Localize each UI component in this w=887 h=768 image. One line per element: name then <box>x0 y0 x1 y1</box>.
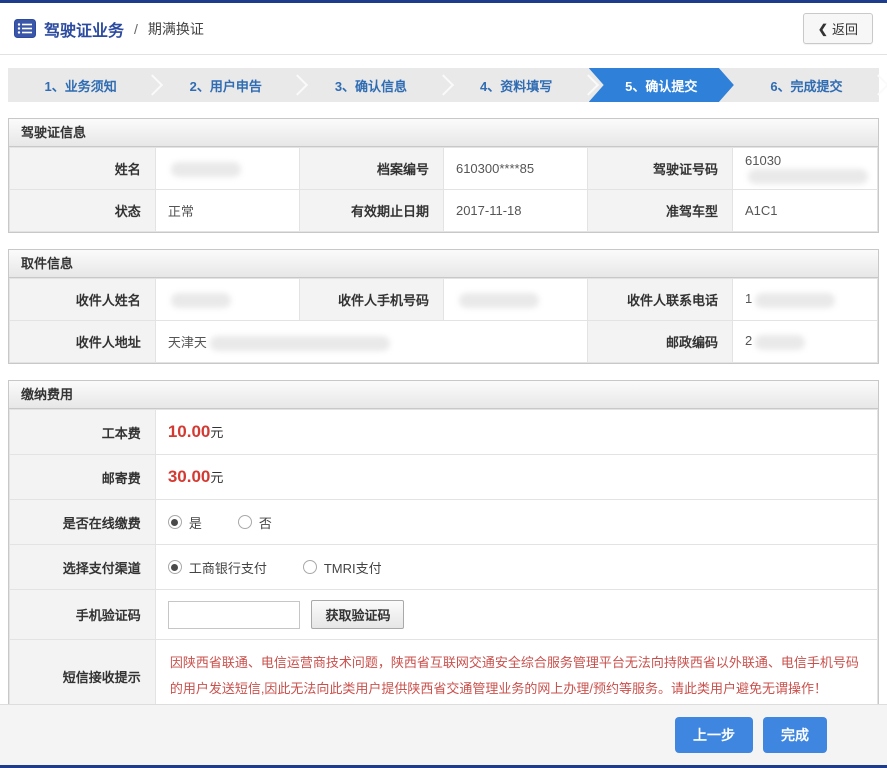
page-header: 驾驶证业务 / 期满换证 ❮ 返回 <box>0 3 887 55</box>
redacted-blur <box>170 161 241 177</box>
recipient-address-label: 收件人地址 <box>9 320 156 363</box>
page-title: 期满换证 <box>147 20 204 37</box>
vehicle-class-label: 准驾车型 <box>587 189 733 232</box>
name-label: 姓名 <box>9 147 156 190</box>
table-row: 状态 正常 有效期止日期 2017-11-18 准驾车型 A1C1 <box>9 189 878 232</box>
chevron-separator-icon <box>577 74 599 96</box>
payment-section-title: 缴纳费用 <box>9 381 878 409</box>
step-6-complete-submit[interactable]: 6、完成提交 <box>734 68 887 102</box>
recipient-phone-label: 收件人联系电话 <box>587 278 733 321</box>
recipient-mobile-label: 收件人手机号码 <box>298 278 444 321</box>
license-number-label: 驾驶证号码 <box>587 147 733 190</box>
finish-button[interactable]: 完成 <box>763 717 827 753</box>
sms-notice-label: 短信接收提示 <box>9 639 156 713</box>
pickup-info-table: 收件人姓名 收件人手机号码 收件人联系电话 1 收件人地址 天津天 邮政编码 2 <box>9 278 878 363</box>
sms-notice-text-cell: 因陕西省联通、电信运营商技术问题，陕西省互联网交通安全综合服务管理平台无法向持陕… <box>154 639 879 713</box>
vehicle-class-value: A1C1 <box>732 189 878 232</box>
sms-code-label: 手机验证码 <box>9 589 156 640</box>
payment-channel-label: 选择支付渠道 <box>9 544 156 590</box>
radio-icon <box>302 560 317 574</box>
table-row: 选择支付渠道 工商银行支付 TMRI支付 <box>9 544 879 590</box>
table-row: 收件人姓名 收件人手机号码 收件人联系电话 1 <box>9 278 878 321</box>
recipient-name-label: 收件人姓名 <box>9 278 156 321</box>
radio-pay-online-yes[interactable]: 是 <box>167 513 202 532</box>
sms-notice-text: 因陕西省联通、电信运营商技术问题，陕西省互联网交通安全综合服务管理平台无法向持陕… <box>169 655 859 696</box>
back-button-label: 返回 <box>831 22 858 37</box>
table-row: 邮寄费 30.00元 <box>9 454 879 500</box>
step-progress-bar: 1、业务须知 2、用户申告 3、确认信息 4、资料填写 5、确认提交 6、完成提… <box>8 68 887 102</box>
list-icon <box>14 19 36 38</box>
step-5-confirm-submit-active[interactable]: 5、确认提交 <box>589 68 734 102</box>
redacted-blur <box>755 292 836 308</box>
postal-code-label: 邮政编码 <box>587 320 733 363</box>
redacted-blur <box>170 292 231 308</box>
breadcrumb: 驾驶证业务 / 期满换证 <box>14 17 204 41</box>
business-category-title: 驾驶证业务 <box>44 22 125 40</box>
radio-channel-tmri[interactable]: TMRI支付 <box>302 558 382 577</box>
get-sms-code-button[interactable]: 获取验证码 <box>311 599 405 629</box>
online-payment-options: 是 否 <box>154 499 879 545</box>
step-1-business-notice[interactable]: 1、业务须知 <box>8 68 164 102</box>
recipient-name-value <box>154 278 300 321</box>
step-2-user-declaration[interactable]: 2、用户申告 <box>153 68 309 102</box>
table-row: 工本费 10.00元 <box>9 409 879 455</box>
radio-icon <box>167 560 182 574</box>
pickup-info-section-title: 取件信息 <box>9 250 878 278</box>
license-info-table: 姓名 档案编号 610300****85 驾驶证号码 61030 状态 正常 有… <box>9 147 878 232</box>
pickup-info-section: 取件信息 收件人姓名 收件人手机号码 收件人联系电话 1 收件人地址 天津天 邮… <box>8 249 879 364</box>
radio-icon <box>237 515 252 529</box>
breadcrumb-separator: / <box>134 20 138 37</box>
recipient-mobile-value <box>442 278 589 321</box>
online-payment-label: 是否在线缴费 <box>9 499 156 545</box>
production-fee-label: 工本费 <box>9 409 156 455</box>
file-number-value: 610300****85 <box>442 147 589 190</box>
license-info-section: 驾驶证信息 姓名 档案编号 610300****85 驾驶证号码 61030 状… <box>8 118 879 233</box>
redacted-blur <box>748 169 868 185</box>
sms-code-input[interactable] <box>167 601 300 630</box>
redacted-blur <box>458 292 539 308</box>
postage-fee-label: 邮寄费 <box>9 454 156 500</box>
chevron-left-icon: ❮ <box>817 21 828 36</box>
step-3-confirm-info[interactable]: 3、确认信息 <box>298 68 454 102</box>
table-row: 手机验证码 获取验证码 <box>9 589 879 640</box>
postal-code-value: 2 <box>732 320 878 363</box>
redacted-blur <box>755 334 806 350</box>
status-label: 状态 <box>9 189 156 232</box>
file-number-label: 档案编号 <box>298 147 444 190</box>
back-button[interactable]: ❮ 返回 <box>802 13 873 44</box>
step-4-fill-materials[interactable]: 4、资料填写 <box>444 68 599 102</box>
redacted-blur <box>209 336 390 352</box>
previous-step-button[interactable]: 上一步 <box>675 717 753 753</box>
recipient-phone-value: 1 <box>732 278 878 321</box>
payment-channel-options: 工商银行支付 TMRI支付 <box>154 544 879 590</box>
recipient-address-value: 天津天 <box>154 320 589 363</box>
expiry-date-label: 有效期止日期 <box>298 189 444 232</box>
table-row: 是否在线缴费 是 否 <box>9 499 879 545</box>
license-number-value: 61030 <box>732 147 878 190</box>
name-value <box>154 147 300 190</box>
chevron-separator-icon <box>867 74 887 96</box>
table-row: 姓名 档案编号 610300****85 驾驶证号码 61030 <box>9 147 878 190</box>
table-row: 短信接收提示 因陕西省联通、电信运营商技术问题，陕西省互联网交通安全综合服务管理… <box>9 639 879 713</box>
postage-fee-value: 30.00元 <box>154 454 879 500</box>
expiry-date-value: 2017-11-18 <box>442 189 589 232</box>
radio-channel-icbc[interactable]: 工商银行支付 <box>167 558 267 577</box>
license-info-section-title: 驾驶证信息 <box>9 119 878 147</box>
status-value: 正常 <box>154 189 300 232</box>
sms-code-field: 获取验证码 <box>154 589 879 640</box>
radio-pay-online-no[interactable]: 否 <box>237 513 272 532</box>
payment-table: 工本费 10.00元 邮寄费 30.00元 是否在线缴费 是 否 选择支付渠道 <box>9 409 879 713</box>
footer-action-bar: 上一步 完成 <box>0 704 887 768</box>
table-row: 收件人地址 天津天 邮政编码 2 <box>9 320 878 363</box>
production-fee-value: 10.00元 <box>154 409 879 455</box>
payment-section: 缴纳费用 工本费 10.00元 邮寄费 30.00元 是否在线缴费 是 否 选择… <box>8 380 879 714</box>
radio-icon <box>167 515 182 529</box>
